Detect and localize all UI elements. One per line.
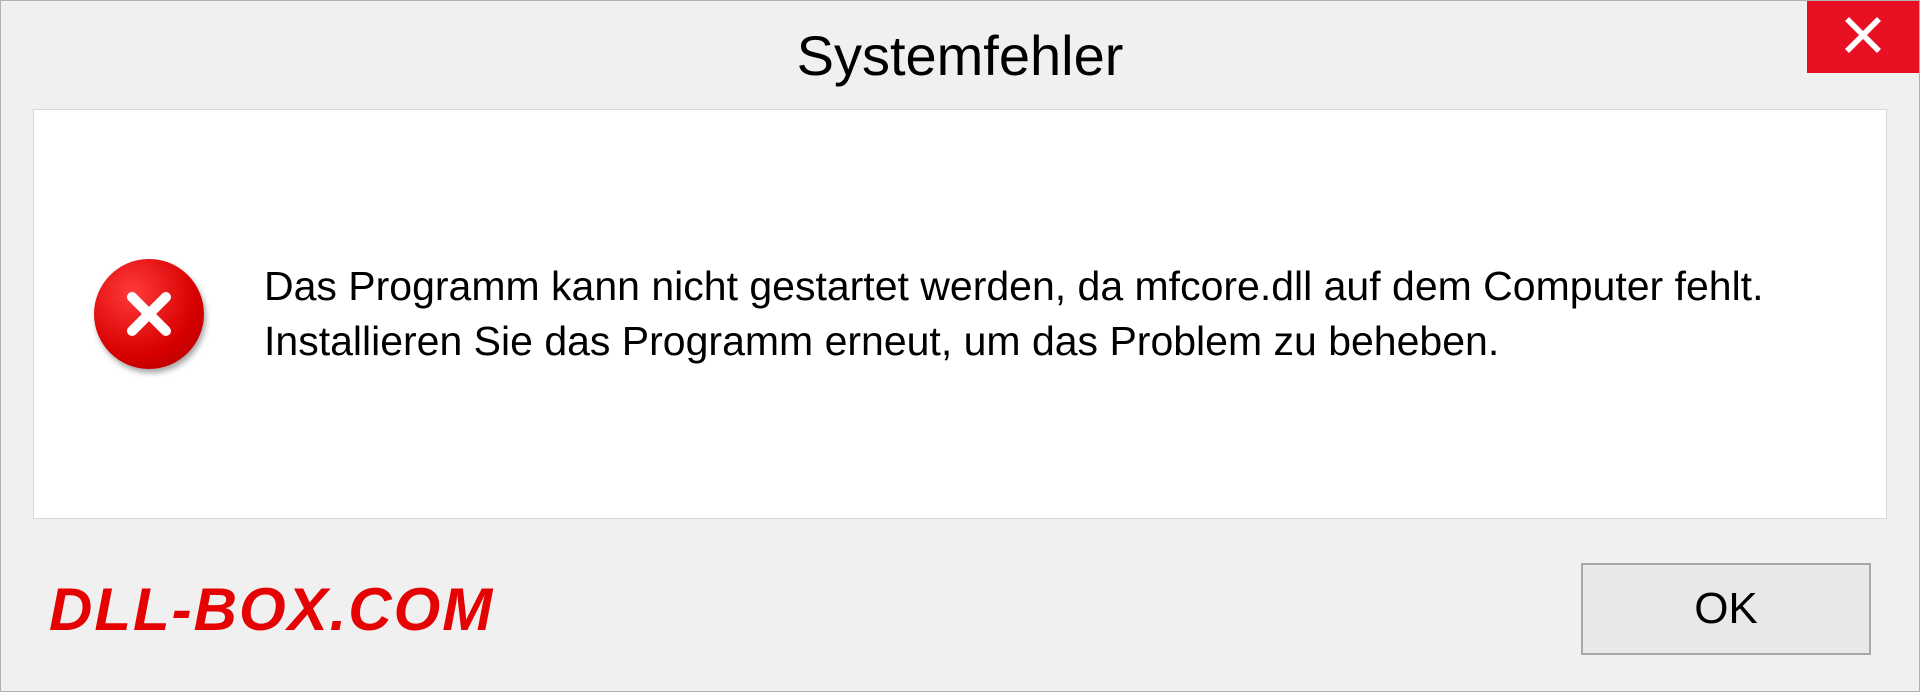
- ok-button-label: OK: [1694, 584, 1758, 634]
- close-button[interactable]: [1807, 1, 1919, 73]
- ok-button[interactable]: OK: [1581, 563, 1871, 655]
- error-message: Das Programm kann nicht gestartet werden…: [264, 259, 1826, 370]
- dialog-footer: DLL-BOX.COM OK: [1, 551, 1919, 691]
- error-dialog: Systemfehler Das Programm kann nicht ges…: [0, 0, 1920, 692]
- watermark-text: DLL-BOX.COM: [49, 575, 494, 644]
- error-icon: [94, 259, 204, 369]
- titlebar: Systemfehler: [1, 1, 1919, 109]
- close-icon: [1842, 14, 1884, 61]
- content-panel: Das Programm kann nicht gestartet werden…: [33, 109, 1887, 519]
- dialog-title: Systemfehler: [797, 23, 1124, 88]
